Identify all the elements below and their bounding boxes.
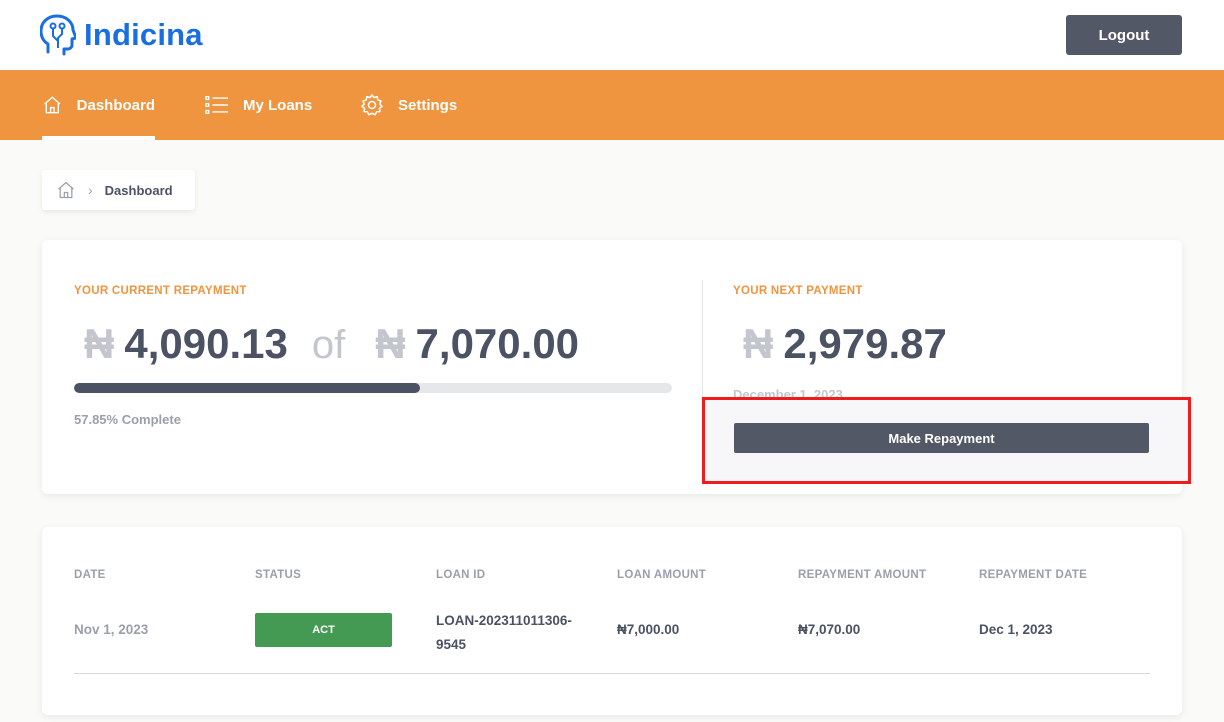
breadcrumb: › Dashboard xyxy=(42,170,195,210)
current-repayment-amounts: ₦ 4,090.13 of ₦ 7,070.00 xyxy=(84,320,579,368)
nav-item-label: My Loans xyxy=(243,96,313,114)
paid-amount: 4,090.13 xyxy=(124,320,288,367)
column-header-loan-id: LOAN ID xyxy=(436,569,486,581)
home-icon xyxy=(44,96,61,114)
divider xyxy=(702,280,703,460)
current-repayment-label: YOUR CURRENT REPAYMENT xyxy=(74,285,247,297)
total-amount: 7,070.00 xyxy=(415,320,580,367)
breadcrumb-current: Dashboard xyxy=(104,182,173,198)
cell-date: Nov 1, 2023 xyxy=(74,622,149,637)
column-header-date: DATE xyxy=(74,569,106,581)
next-payment-amount: 2,979.87 xyxy=(783,320,947,367)
next-payment-amount-row: ₦ 2,979.87 xyxy=(743,320,947,368)
currency-symbol: ₦ xyxy=(84,320,115,367)
cell-loan-amount: ₦7,000.00 xyxy=(617,622,680,637)
repayment-summary-card: YOUR CURRENT REPAYMENT ₦ 4,090.13 of ₦ 7… xyxy=(42,240,1188,494)
of-word: of xyxy=(311,323,346,367)
loan-id-line: 9545 xyxy=(436,637,467,652)
make-repayment-button[interactable]: Make Repayment xyxy=(734,423,1149,453)
logout-button[interactable]: Logout xyxy=(1066,15,1182,55)
column-header-status: STATUS xyxy=(255,569,302,581)
cell-repayment-date: Dec 1, 2023 xyxy=(979,622,1053,637)
nav-item-my-loans[interactable]: My Loans xyxy=(205,70,312,140)
head-circuit-logo-icon xyxy=(40,14,76,56)
currency-symbol: ₦ xyxy=(743,320,774,367)
status-badge: ACT xyxy=(255,613,392,647)
gear-icon xyxy=(361,94,383,116)
loan-id-line: LOAN-202311011306- xyxy=(436,613,572,628)
nav-item-settings[interactable]: Settings xyxy=(360,70,457,140)
nav-item-dashboard[interactable]: Dashboard xyxy=(42,70,155,140)
repayment-progress-bar xyxy=(74,383,672,393)
cell-repayment-amount: ₦7,070.00 xyxy=(798,622,861,637)
nav-item-label: Settings xyxy=(398,96,458,114)
nav-item-label: Dashboard xyxy=(76,96,155,114)
brand-logo[interactable]: Indicina xyxy=(40,14,203,56)
column-header-repayment-amount: REPAYMENT AMOUNT xyxy=(798,569,927,581)
column-header-repayment-date: REPAYMENT DATE xyxy=(979,569,1088,581)
row-divider xyxy=(74,673,1150,674)
main-nav: Dashboard My Loans Settings xyxy=(0,70,1224,140)
brand-name: Indicina xyxy=(84,17,203,52)
column-header-loan-amount: LOAN AMOUNT xyxy=(617,569,707,581)
progress-fill xyxy=(74,383,420,393)
breadcrumb-separator: › xyxy=(88,182,93,198)
currency-symbol: ₦ xyxy=(375,320,406,367)
progress-text: 57.85% Complete xyxy=(74,412,181,427)
next-payment-label: YOUR NEXT PAYMENT xyxy=(733,285,863,297)
top-bar: Indicina Logout xyxy=(0,0,1224,70)
list-icon xyxy=(205,96,229,114)
home-icon[interactable] xyxy=(56,180,76,200)
loans-table-card: DATE STATUS LOAN ID LOAN AMOUNT REPAYMEN… xyxy=(42,527,1182,715)
cell-loan-id[interactable]: LOAN-202311011306- 9545 xyxy=(436,609,572,657)
